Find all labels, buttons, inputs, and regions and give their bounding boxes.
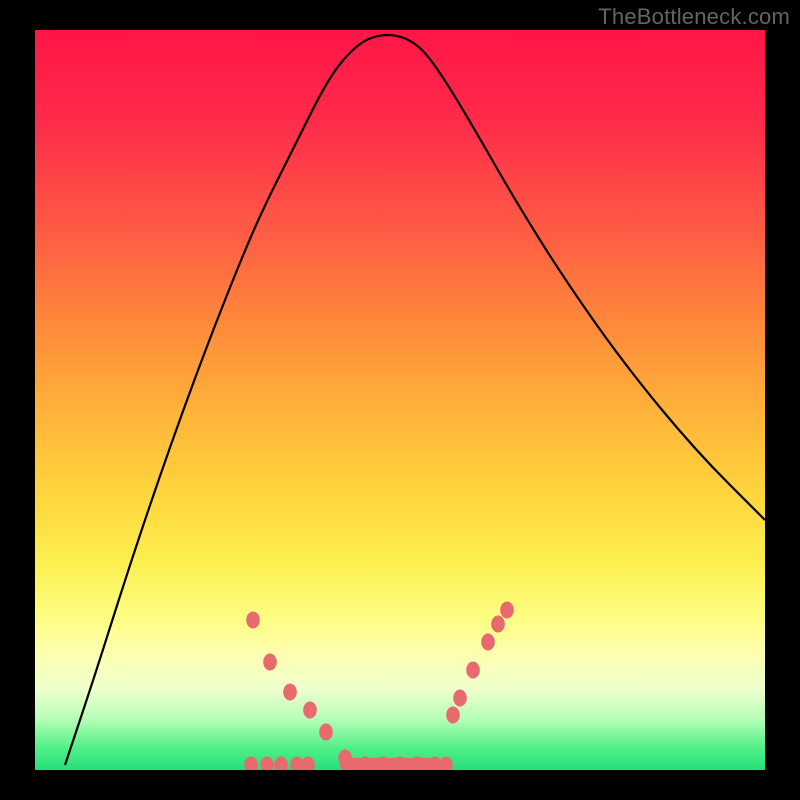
data-marker: [246, 612, 260, 629]
data-marker: [301, 757, 315, 771]
plot-area: [35, 30, 765, 770]
data-marker: [303, 702, 317, 719]
watermark-text: TheBottleneck.com: [598, 4, 790, 30]
data-marker: [319, 724, 333, 741]
data-marker: [283, 684, 297, 701]
data-marker: [500, 602, 514, 619]
baseline-bar: [340, 758, 435, 770]
data-marker: [491, 616, 505, 633]
data-marker: [260, 757, 274, 771]
data-marker: [453, 690, 467, 707]
data-marker: [274, 757, 288, 771]
curve-overlay: [35, 30, 765, 770]
data-marker: [466, 662, 480, 679]
data-marker: [481, 634, 495, 651]
chart-frame: TheBottleneck.com: [0, 0, 800, 800]
bottleneck-curve: [65, 35, 765, 765]
data-marker: [446, 707, 460, 724]
data-marker: [244, 757, 258, 771]
data-marker: [263, 654, 277, 671]
